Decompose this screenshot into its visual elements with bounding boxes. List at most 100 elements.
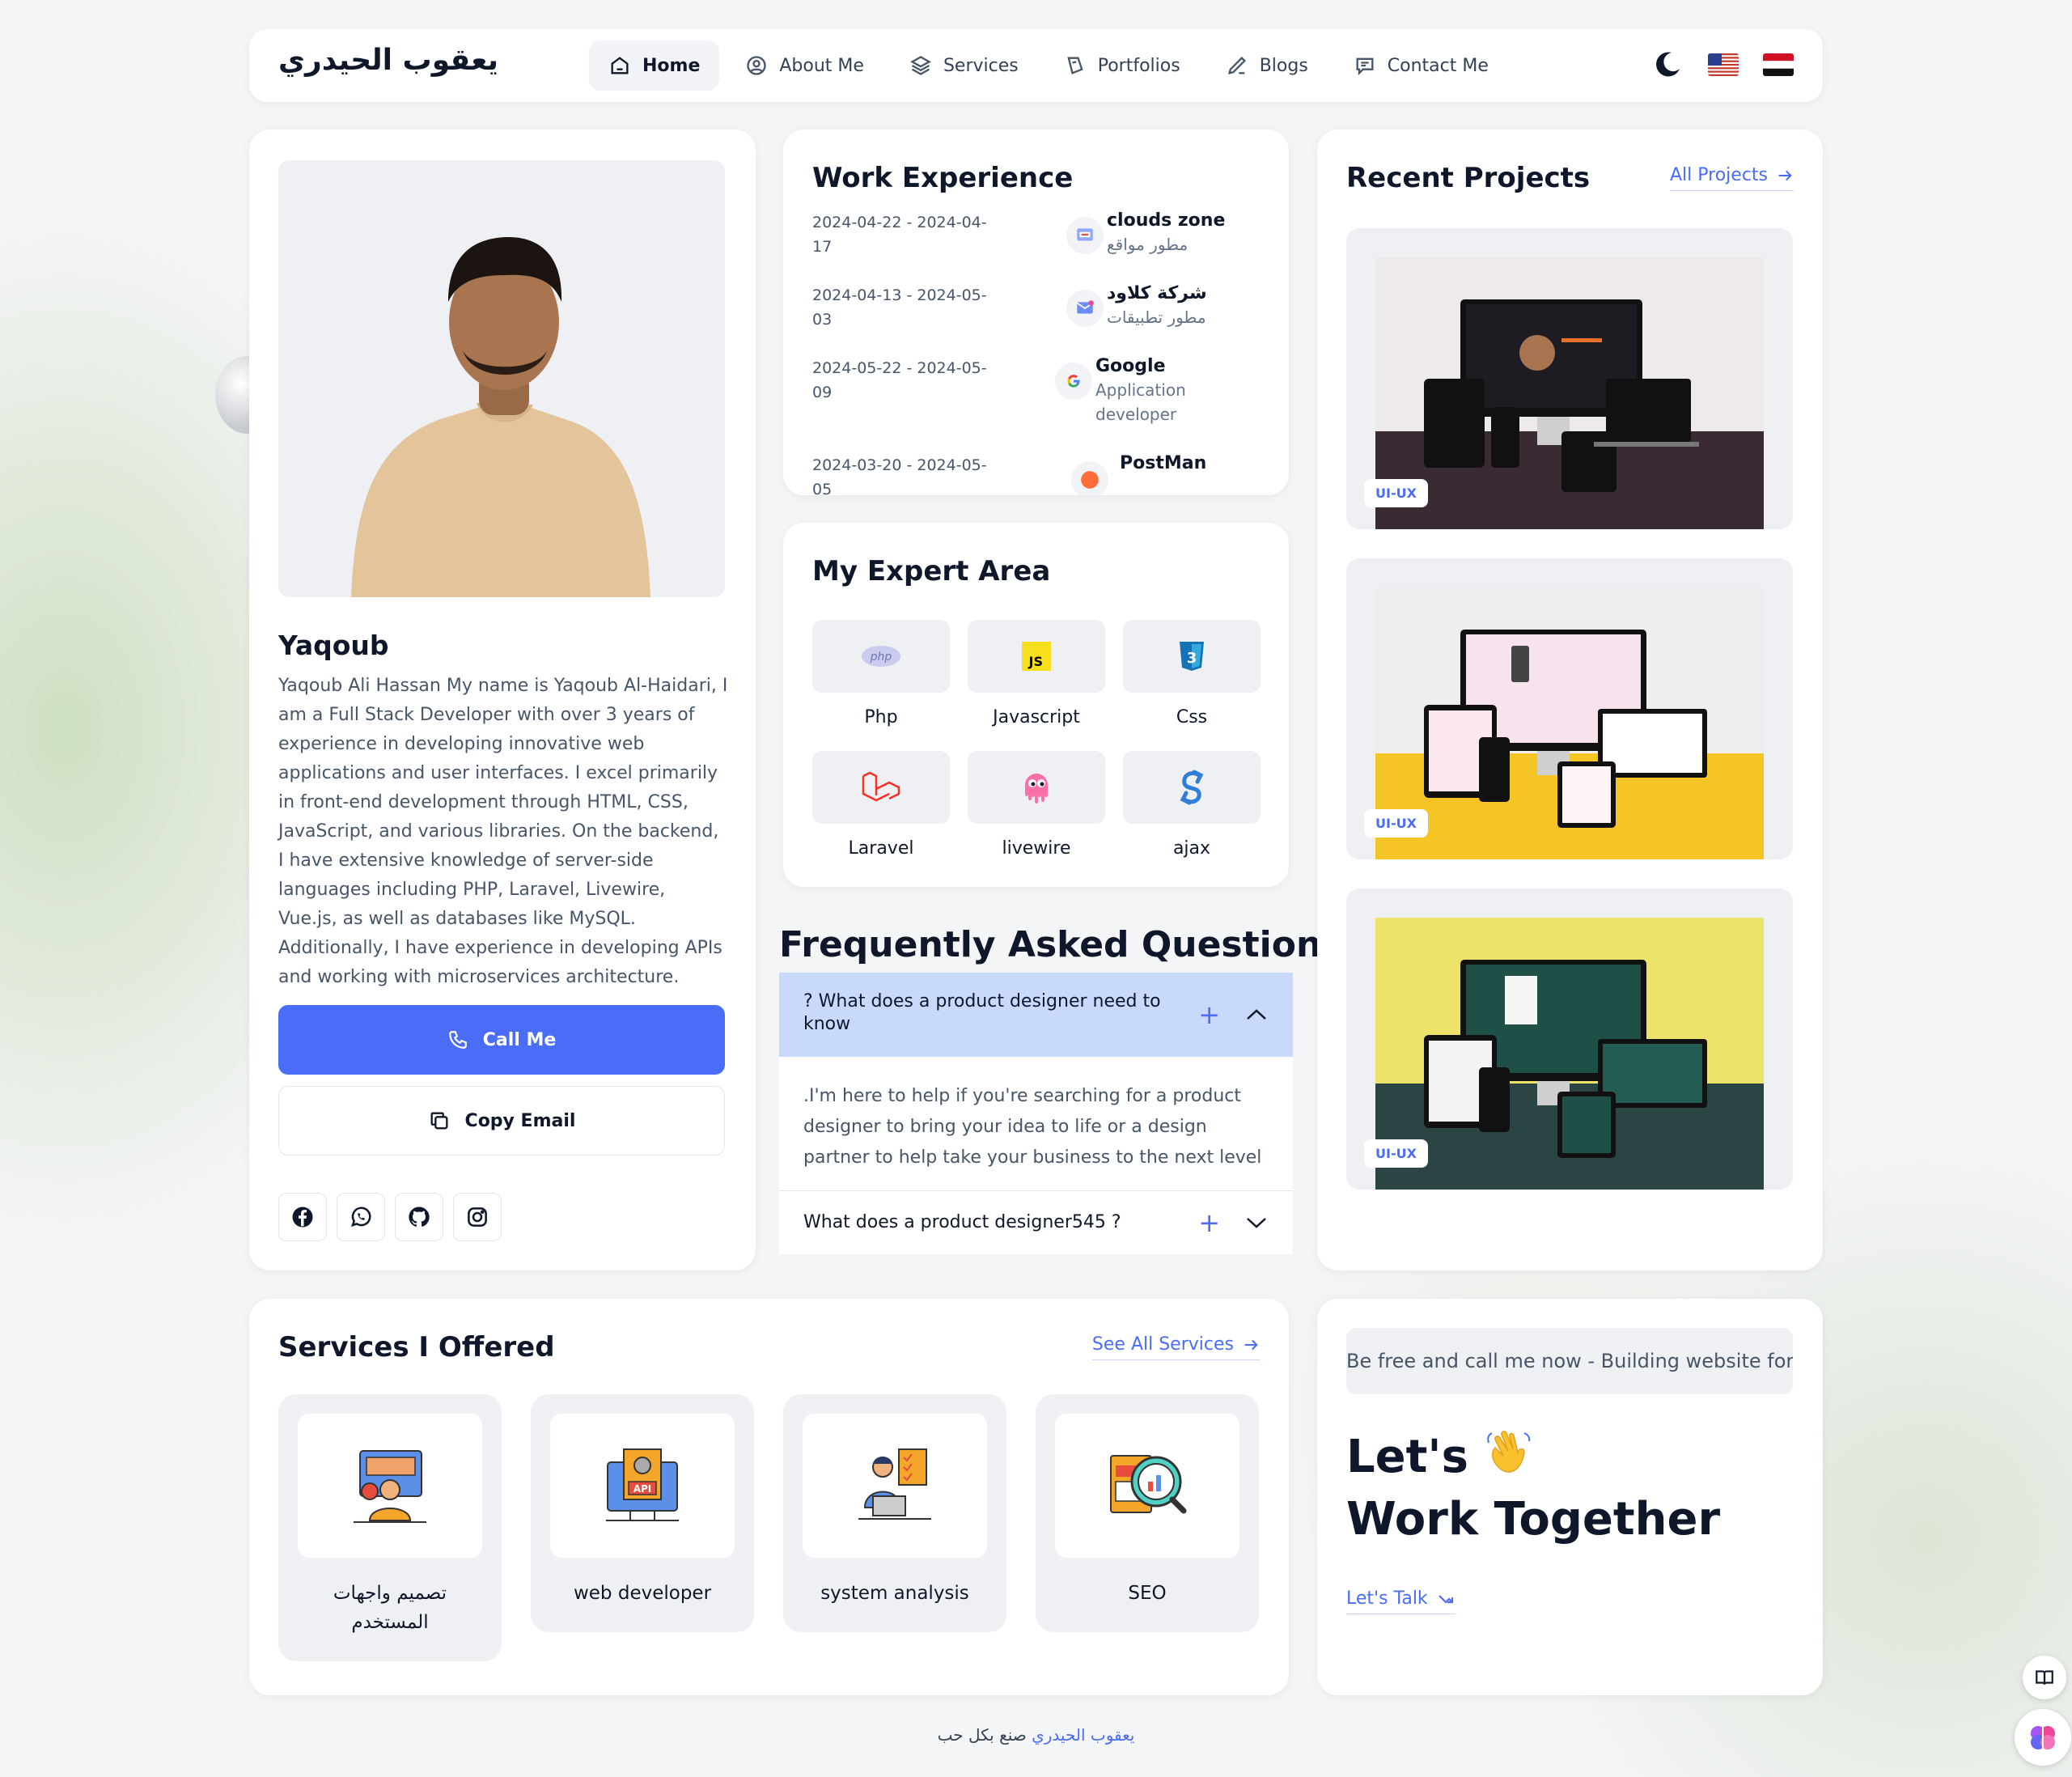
service-seo[interactable]: SEO bbox=[1036, 1394, 1259, 1632]
project-badge: UI-UX bbox=[1364, 1139, 1428, 1168]
project-card[interactable]: UI-UX bbox=[1346, 228, 1793, 529]
company-role: مطور تطبيقات bbox=[1107, 307, 1206, 327]
phone-icon bbox=[448, 1031, 467, 1049]
arrow-down-right-icon bbox=[1438, 1594, 1453, 1604]
svg-text:API: API bbox=[633, 1483, 652, 1495]
work-dates: 2024-05-22 - 2024-05-09 bbox=[812, 359, 987, 401]
github-link[interactable] bbox=[395, 1193, 443, 1241]
facebook-link[interactable] bbox=[278, 1193, 327, 1241]
recent-projects-title: Recent Projects bbox=[1346, 162, 1591, 194]
footer-text: صنع بكل حب bbox=[937, 1725, 1027, 1745]
copy-email-button[interactable]: Copy Email bbox=[278, 1086, 725, 1156]
skill-label: ajax bbox=[1172, 838, 1211, 859]
nav-services-label: Services bbox=[943, 55, 1019, 76]
see-all-services-label: See All Services bbox=[1091, 1334, 1234, 1355]
work-dates: 2024-04-22 - 2024-04-17 bbox=[812, 214, 987, 256]
book-icon bbox=[2036, 1670, 2053, 1685]
service-ui-design[interactable]: تصميم واجهات المستخدم bbox=[278, 1394, 502, 1661]
skill-laravel: Laravel bbox=[812, 751, 950, 859]
whatsapp-link[interactable] bbox=[337, 1193, 385, 1241]
work-together-card: Be free and call me now - Building websi… bbox=[1317, 1299, 1823, 1695]
javascript-icon: JS bbox=[1022, 642, 1051, 671]
svg-text:3: 3 bbox=[1187, 650, 1197, 667]
arrow-right-icon bbox=[1778, 170, 1792, 180]
nav-services[interactable]: Services bbox=[890, 40, 1038, 91]
ajax-icon bbox=[1180, 770, 1204, 805]
system-analysis-icon bbox=[858, 1448, 931, 1520]
postman-logo-icon bbox=[1071, 461, 1108, 495]
see-all-services-link[interactable]: See All Services bbox=[1091, 1334, 1260, 1360]
nav-contact[interactable]: Contact Me bbox=[1334, 40, 1508, 91]
skill-label: Javascript bbox=[993, 707, 1080, 727]
seo-icon bbox=[1110, 1455, 1187, 1514]
chevron-down-icon bbox=[1247, 1218, 1266, 1228]
profile-card: Yaqoub Yaqoub Ali Hassan My name is Yaqo… bbox=[249, 129, 756, 1270]
chevron-up-icon bbox=[1247, 1009, 1266, 1020]
project-badge: UI-UX bbox=[1364, 809, 1428, 838]
service-label: SEO bbox=[1128, 1583, 1167, 1604]
github-icon bbox=[409, 1207, 430, 1227]
instagram-icon bbox=[468, 1207, 487, 1227]
copy-email-label: Copy Email bbox=[464, 1110, 576, 1131]
expert-area-title: My Expert Area bbox=[812, 555, 1051, 587]
top-navbar: يعقوب الحيدري Home About Me Services Por… bbox=[249, 29, 1823, 102]
lets-talk-label: Let's Talk bbox=[1346, 1588, 1428, 1609]
project-badge: UI-UX bbox=[1364, 479, 1428, 507]
nav-home[interactable]: Home bbox=[589, 40, 720, 91]
api-icon: API bbox=[606, 1448, 679, 1521]
livewire-icon bbox=[1025, 774, 1048, 804]
services-title: Services I Offered bbox=[278, 1331, 555, 1363]
call-me-label: Call Me bbox=[482, 1029, 557, 1050]
nav-portfolios[interactable]: Portfolios bbox=[1044, 40, 1200, 91]
faq-accordion: ? What does a product designer need to k… bbox=[779, 973, 1293, 1254]
faq-question-closed[interactable]: What does a product designer545 ? + bbox=[779, 1191, 1293, 1254]
service-system-analysis[interactable]: system analysis bbox=[783, 1394, 1006, 1632]
faq-question-open[interactable]: ? What does a product designer need to k… bbox=[779, 973, 1293, 1057]
php-icon: php bbox=[862, 646, 900, 667]
reader-mode-button[interactable] bbox=[2023, 1656, 2066, 1699]
project-card[interactable]: UI-UX bbox=[1346, 558, 1793, 859]
lets-text: Let's bbox=[1346, 1431, 1468, 1483]
nav-about-label: About Me bbox=[779, 55, 864, 76]
instagram-link[interactable] bbox=[453, 1193, 502, 1241]
arrow-right-icon bbox=[1244, 1339, 1258, 1350]
moon-icon[interactable] bbox=[1651, 49, 1684, 81]
faq-title: Frequently Asked Questions bbox=[779, 924, 1343, 965]
header-actions bbox=[1651, 49, 1794, 81]
company-role: مطور مواقع bbox=[1107, 235, 1189, 254]
ai-assistant-button[interactable] bbox=[2015, 1709, 2071, 1766]
home-icon bbox=[611, 57, 629, 74]
service-web-developer[interactable]: API web developer bbox=[531, 1394, 754, 1632]
skill-label: Css bbox=[1176, 707, 1208, 727]
us-flag-icon[interactable] bbox=[1708, 53, 1739, 76]
skill-label: Laravel bbox=[848, 838, 914, 859]
plus-icon: + bbox=[1198, 1207, 1220, 1238]
clouds-zone-logo-icon bbox=[1066, 217, 1104, 254]
call-me-button[interactable]: Call Me bbox=[278, 1005, 725, 1075]
css3-icon: 3 bbox=[1180, 642, 1204, 671]
lets-talk-link[interactable]: Let's Talk bbox=[1346, 1588, 1455, 1614]
project-card[interactable]: UI-UX bbox=[1346, 888, 1793, 1190]
company-role: Application developer bbox=[1095, 380, 1186, 424]
yemen-flag-icon[interactable] bbox=[1763, 53, 1794, 76]
nav-portfolios-label: Portfolios bbox=[1097, 55, 1180, 76]
all-projects-link[interactable]: All Projects bbox=[1670, 165, 1794, 191]
portfolio-icon bbox=[1067, 57, 1083, 74]
brand-logo[interactable]: يعقوب الحيدري bbox=[278, 44, 498, 77]
nav-blogs[interactable]: Blogs bbox=[1206, 40, 1328, 91]
services-card: Services I Offered See All Services تصمي… bbox=[249, 1299, 1289, 1695]
project-thumbnail bbox=[1375, 918, 1764, 1190]
plus-icon: + bbox=[1198, 999, 1220, 1030]
main-nav: Home About Me Services Portfolios Blogs … bbox=[589, 40, 1508, 91]
waving-hand-icon bbox=[1487, 1431, 1531, 1473]
nav-about[interactable]: About Me bbox=[726, 40, 883, 91]
nav-blogs-label: Blogs bbox=[1259, 55, 1308, 76]
footer-author-link[interactable]: يعقوب الحيدري bbox=[1032, 1725, 1134, 1745]
skill-label: Php bbox=[864, 707, 898, 727]
social-links bbox=[278, 1193, 502, 1241]
work-experience-card: Work Experience 2024-04-22 - 2024-04-17 … bbox=[783, 129, 1289, 495]
footer: يعقوب الحيدري صنع بكل حب bbox=[0, 1725, 2072, 1745]
pen-icon bbox=[1227, 57, 1246, 74]
nav-contact-label: Contact Me bbox=[1387, 55, 1489, 76]
chat-icon bbox=[1356, 57, 1374, 76]
